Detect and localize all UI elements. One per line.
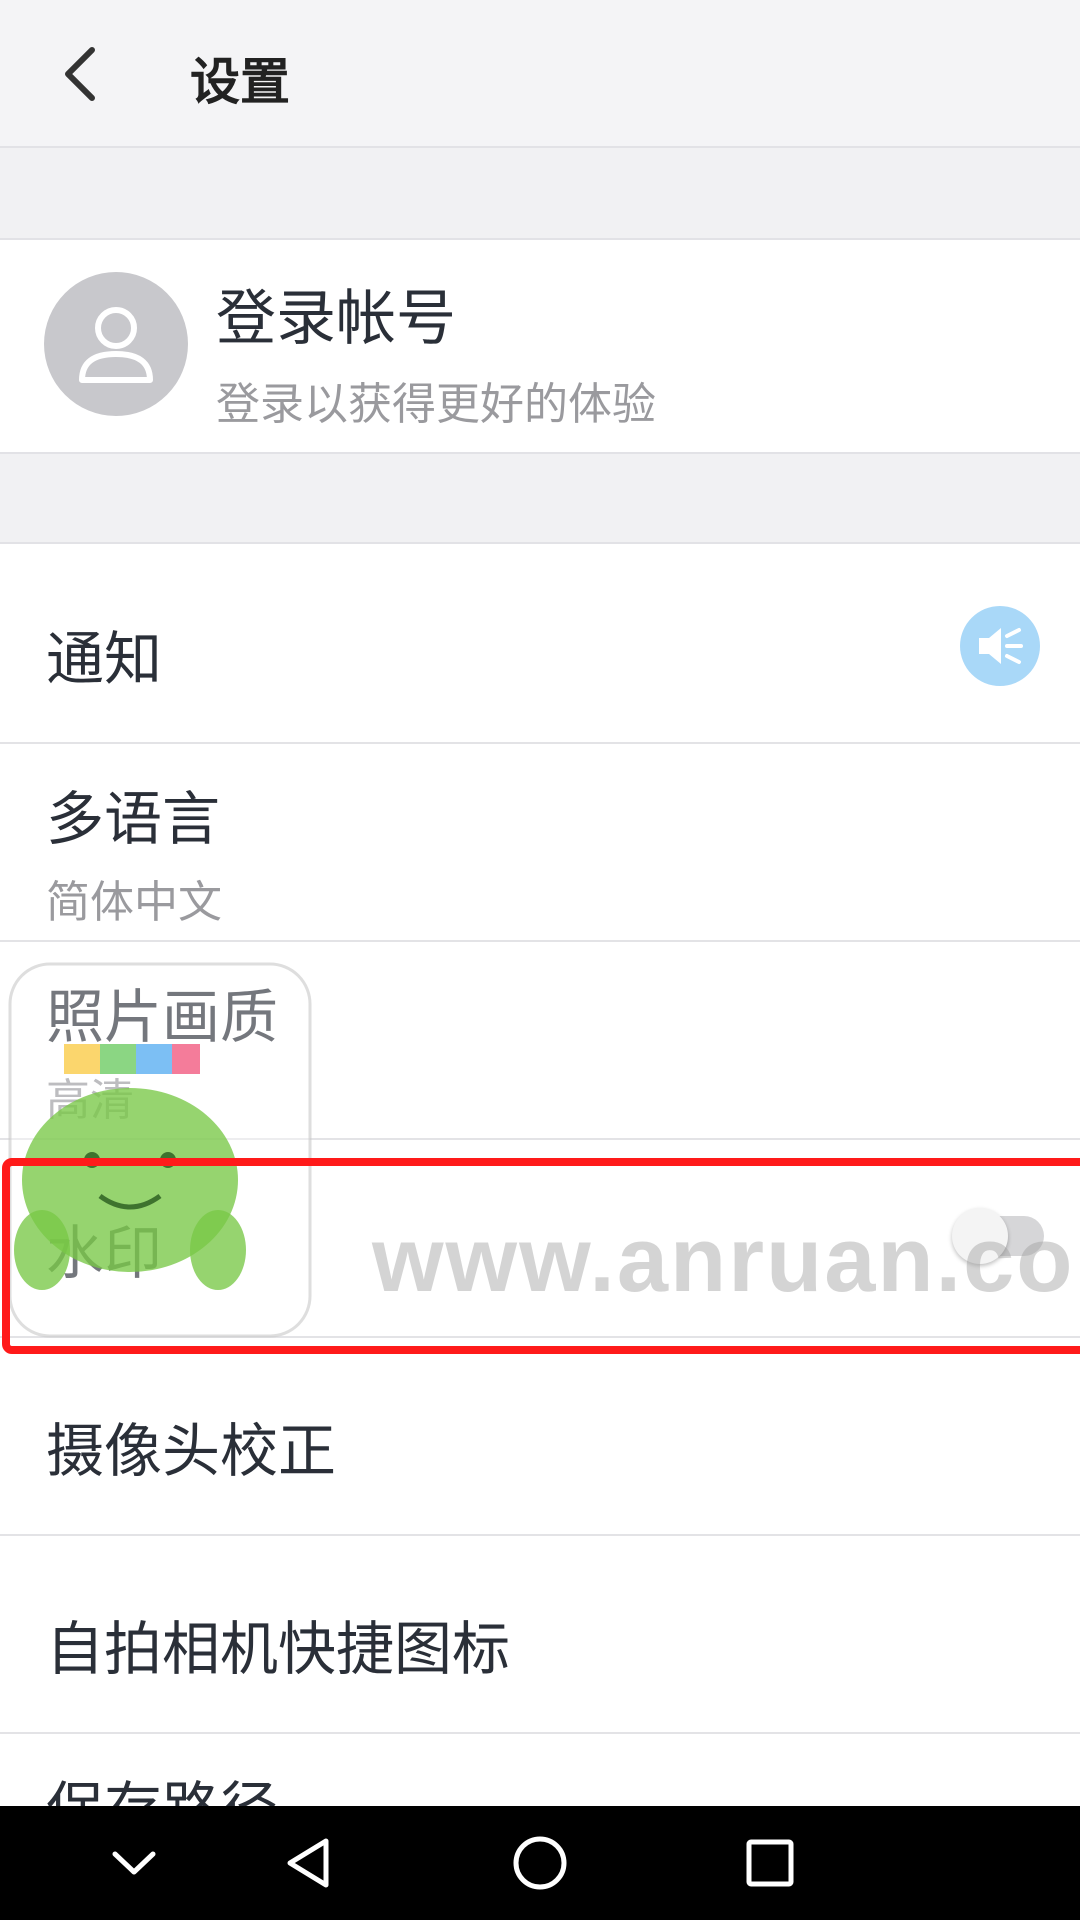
- square-recents-icon: [746, 1839, 794, 1887]
- settings-row-photo-quality[interactable]: 照片画质 高清: [0, 942, 1080, 1140]
- chevron-down-icon: [112, 1851, 156, 1875]
- row-label: 摄像头校正: [46, 1417, 337, 1485]
- row-label: 水印: [46, 1219, 163, 1287]
- settings-row-notification[interactable]: 通知: [0, 546, 1080, 744]
- nav-recents-button[interactable]: [730, 1828, 810, 1898]
- hide-keyboard-button[interactable]: [94, 1828, 174, 1898]
- nav-back-button[interactable]: [268, 1828, 348, 1898]
- settings-row-selfie-shortcut[interactable]: 自拍相机快捷图标: [0, 1536, 1080, 1734]
- row-value: 高清: [46, 1075, 134, 1126]
- circle-home-icon: [513, 1836, 567, 1890]
- user-icon: [79, 307, 153, 383]
- toggle-knob: [952, 1208, 1008, 1264]
- account-title: 登录帐号: [216, 284, 456, 354]
- settings-row-camera-calibration[interactable]: 摄像头校正: [0, 1338, 1080, 1536]
- speaker-icon: [979, 628, 1023, 664]
- header: 设置: [0, 0, 1080, 148]
- page-title: 设置: [190, 53, 290, 111]
- settings-row-watermark[interactable]: 水印: [0, 1140, 1080, 1338]
- settings-screen: 设置 登录帐号 登录以获得更好的体验 通知 多语言 简体中文 照片画质 高清 水…: [0, 0, 1080, 1920]
- row-label: 多语言: [46, 785, 221, 853]
- chevron-left-icon: [65, 47, 95, 101]
- row-label: 通知: [46, 625, 163, 693]
- section-divider: [0, 452, 1080, 544]
- system-nav-bar: [0, 1806, 1080, 1920]
- watermark-toggle[interactable]: [952, 1208, 1044, 1264]
- account-subtitle: 登录以获得更好的体验: [216, 379, 656, 430]
- back-button[interactable]: [40, 34, 120, 114]
- row-label: 照片画质: [46, 983, 279, 1051]
- nav-home-button[interactable]: [500, 1828, 580, 1898]
- triangle-back-icon: [287, 1838, 329, 1888]
- settings-row-language[interactable]: 多语言 简体中文: [0, 744, 1080, 942]
- section-divider: [0, 148, 1080, 240]
- row-label: 自拍相机快捷图标: [46, 1615, 511, 1683]
- login-account-row[interactable]: 登录帐号 登录以获得更好的体验: [0, 240, 1080, 452]
- avatar: [44, 272, 188, 416]
- notification-icon[interactable]: [960, 606, 1040, 686]
- row-value: 简体中文: [46, 877, 222, 928]
